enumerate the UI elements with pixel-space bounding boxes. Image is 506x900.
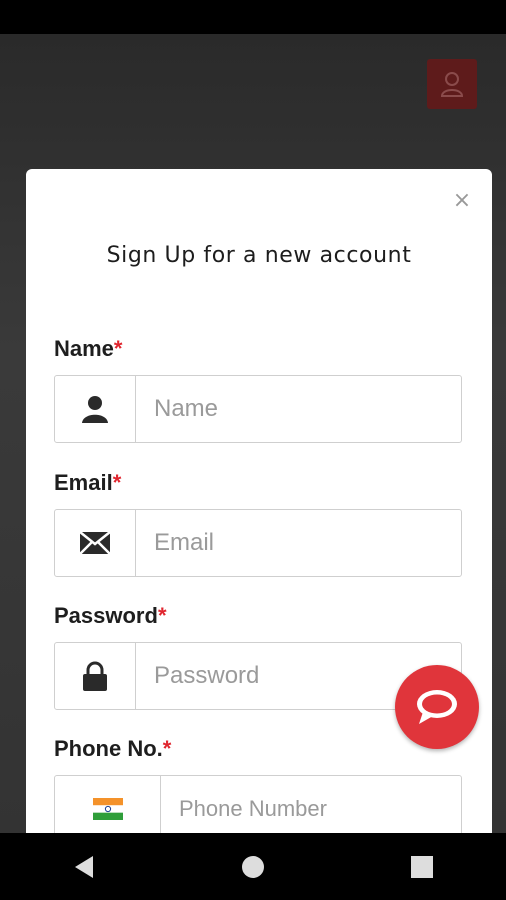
nav-back-button[interactable] xyxy=(54,837,114,897)
modal-title: Sign Up for a new account xyxy=(106,243,412,268)
android-nav-bar xyxy=(0,833,506,900)
user-icon xyxy=(82,396,108,423)
lock-icon xyxy=(83,661,107,691)
recents-square-icon xyxy=(410,855,433,878)
nav-home-button[interactable] xyxy=(223,837,283,897)
required-marker: * xyxy=(157,603,167,628)
email-addon xyxy=(55,510,136,576)
password-label-text: Password xyxy=(54,603,158,628)
email-label-text: Email xyxy=(54,470,113,495)
required-marker: * xyxy=(113,336,123,361)
email-input[interactable] xyxy=(136,510,461,576)
required-marker: * xyxy=(112,470,122,495)
password-label: Password* xyxy=(54,603,167,629)
name-label: Name* xyxy=(54,336,122,362)
email-label: Email* xyxy=(54,470,121,496)
name-input-group xyxy=(54,375,462,443)
name-input[interactable] xyxy=(136,376,461,442)
home-circle-icon xyxy=(241,855,264,878)
phone-label-text: Phone No. xyxy=(54,736,163,761)
name-label-text: Name xyxy=(54,336,114,361)
account-button[interactable] xyxy=(427,59,477,109)
india-flag-icon xyxy=(92,798,123,820)
user-outline-icon xyxy=(440,72,464,97)
back-triangle-icon xyxy=(75,855,94,878)
required-marker: * xyxy=(162,736,172,761)
password-addon xyxy=(55,643,136,709)
chat-button[interactable] xyxy=(395,665,479,749)
envelope-icon xyxy=(80,532,110,554)
email-input-group xyxy=(54,509,462,577)
status-bar xyxy=(0,0,506,34)
signup-modal: × Sign Up for a new account Name* Email*… xyxy=(26,169,492,849)
name-addon xyxy=(55,376,136,442)
close-button[interactable]: × xyxy=(452,189,472,213)
chat-bubble-icon xyxy=(417,690,457,724)
nav-recents-button[interactable] xyxy=(392,837,452,897)
phone-label: Phone No.* xyxy=(54,736,171,762)
